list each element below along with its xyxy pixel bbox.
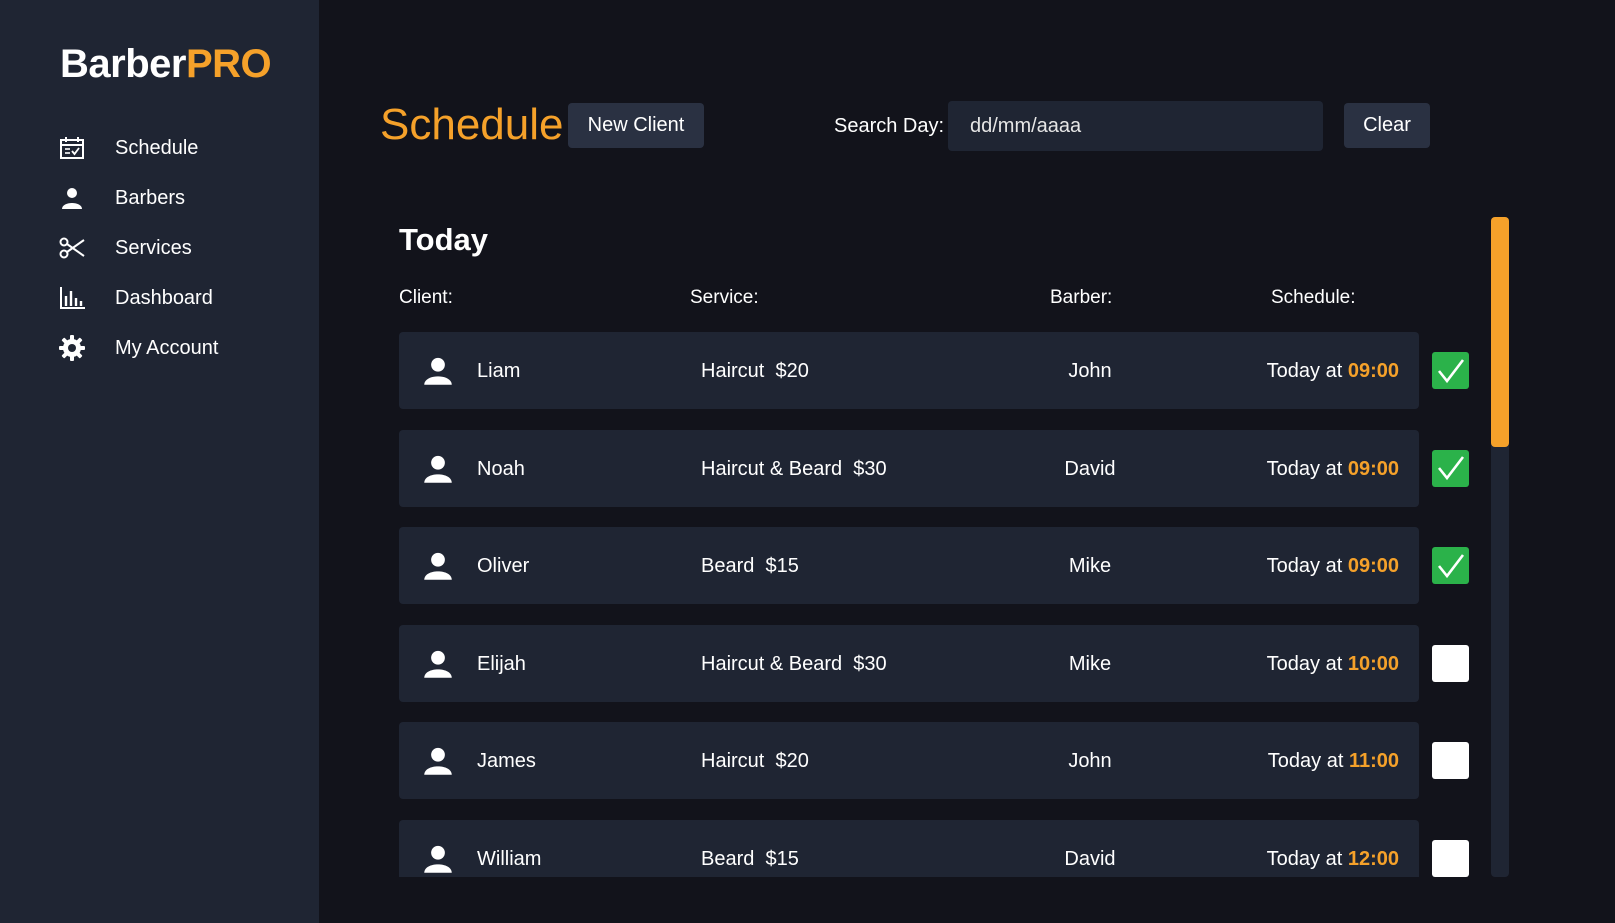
user-icon: [423, 746, 453, 776]
schedule-day: Today at: [1266, 360, 1348, 382]
sidebar-item-services[interactable]: Services: [58, 230, 298, 266]
service-name: Haircut & Beard $30: [701, 652, 887, 675]
table-row[interactable]: James Haircut $20 John Today at 11:00: [399, 722, 1419, 799]
section-title: Today: [399, 222, 488, 257]
barber-name: John: [1068, 360, 1112, 382]
user-icon: [423, 356, 453, 386]
search-day-label: Search Day:: [834, 115, 945, 137]
schedule-hour: 09:00: [1347, 360, 1399, 382]
sidebar-item-dashboard[interactable]: Dashboard: [58, 280, 298, 316]
schedule-time: Today at 11:00: [1268, 750, 1399, 773]
user-icon: [423, 454, 453, 484]
sidebar-item-label: Services: [115, 236, 192, 259]
brand-name-part2: PRO: [185, 42, 272, 86]
barber-name: David: [1064, 457, 1116, 480]
table-row[interactable]: Oliver Beard $15 Mike Today at 09:00: [399, 527, 1419, 604]
done-checkbox[interactable]: [1432, 352, 1469, 389]
sidebar-item-barbers[interactable]: Barbers: [58, 180, 298, 216]
scrollbar-thumb[interactable]: [1491, 217, 1509, 447]
user-icon: [423, 844, 453, 874]
schedule-time: Today at 09:00: [1267, 360, 1399, 383]
gear-icon: [58, 334, 86, 362]
sidebar-item-label: Barbers: [115, 186, 186, 209]
schedule-time: Today at 09:00: [1267, 458, 1399, 481]
schedule-hour: 09:00: [1347, 555, 1399, 577]
client-name: Noah: [477, 457, 525, 480]
barber-name: Mike: [1068, 555, 1112, 577]
schedule-day: Today at: [1266, 652, 1348, 675]
barber-name: John: [1068, 750, 1112, 772]
service-name: Haircut $20: [701, 750, 809, 772]
page-title: Schedule: [380, 100, 564, 149]
table-row[interactable]: Liam Haircut $20 John Today at 09:00: [399, 332, 1419, 409]
checkmark-icon: [1437, 358, 1464, 383]
new-client-button[interactable]: New Client: [568, 103, 704, 148]
user-icon: [423, 551, 453, 581]
schedule-time: Today at 09:00: [1267, 555, 1399, 578]
user-icon: [58, 184, 86, 212]
done-checkbox[interactable]: [1432, 839, 1469, 877]
column-header-schedule: Schedule:: [1271, 287, 1356, 308]
sidebar-item-schedule[interactable]: Schedule: [58, 130, 298, 166]
client-name: Oliver: [477, 555, 530, 577]
checkmark-icon: [1437, 553, 1464, 578]
schedule-hour: 12:00: [1347, 847, 1399, 870]
schedule-day: Today at: [1266, 847, 1348, 870]
table-row[interactable]: Noah Haircut & Beard $30 David Today at 09:…: [399, 429, 1419, 507]
service-name: Beard $15: [701, 555, 799, 577]
scissors-icon: [58, 234, 86, 262]
done-checkbox[interactable]: [1432, 742, 1469, 779]
barber-name: Mike: [1068, 652, 1112, 675]
appointment-list: Liam Haircut $20 John Today at 09:00 Noah Hai…: [399, 332, 1489, 877]
user-icon: [423, 649, 453, 679]
barber-name: David: [1064, 847, 1116, 870]
sidebar-item-label: Schedule: [115, 136, 199, 159]
bar-chart-icon: [58, 284, 86, 312]
service-name: Haircut & Beard $30: [701, 457, 887, 480]
service-name: Beard $15: [701, 847, 799, 870]
column-header-barber: Barber:: [1050, 287, 1113, 308]
client-name: William: [477, 847, 542, 870]
app: BarberPRO Schedule Barbers Services Dash…: [0, 0, 1615, 923]
scrollbar-track[interactable]: [1491, 217, 1509, 877]
checkmark-icon: [1437, 456, 1464, 481]
sidebar-item-my-account[interactable]: My Account: [58, 330, 298, 366]
column-header-service: Service:: [690, 287, 759, 308]
clear-button[interactable]: Clear: [1344, 103, 1430, 148]
schedule-hour: 10:00: [1347, 652, 1399, 675]
sidebar: BarberPRO Schedule Barbers Services Dash…: [0, 0, 319, 923]
sidebar-item-label: My Account: [115, 336, 219, 359]
brand-name-part1: Barber: [60, 42, 186, 86]
done-checkbox[interactable]: [1432, 644, 1469, 682]
schedule-hour: 11:00: [1348, 750, 1399, 772]
done-checkbox[interactable]: [1432, 547, 1469, 584]
search-day-input[interactable]: [948, 101, 1323, 151]
table-row[interactable]: Elijah Haircut & Beard $30 Mike Today at 10…: [399, 624, 1419, 702]
schedule-time: Today at 12:00: [1267, 848, 1399, 871]
schedule-day: Today at: [1267, 750, 1349, 772]
brand-logo: BarberPRO: [60, 42, 272, 87]
column-header-client: Client:: [399, 287, 453, 308]
schedule-time: Today at 10:00: [1267, 653, 1399, 676]
done-checkbox[interactable]: [1432, 449, 1469, 487]
client-name: Liam: [477, 360, 521, 382]
client-name: Elijah: [477, 652, 526, 675]
sidebar-item-label: Dashboard: [115, 286, 213, 309]
client-name: James: [477, 750, 536, 772]
schedule-day: Today at: [1266, 555, 1348, 577]
schedule-day: Today at: [1266, 457, 1348, 480]
schedule-hour: 09:00: [1347, 457, 1399, 480]
service-name: Haircut $20: [701, 360, 809, 382]
table-row[interactable]: William Beard $15 David Today at 12:00: [399, 819, 1419, 877]
calendar-check-icon: [58, 134, 86, 162]
